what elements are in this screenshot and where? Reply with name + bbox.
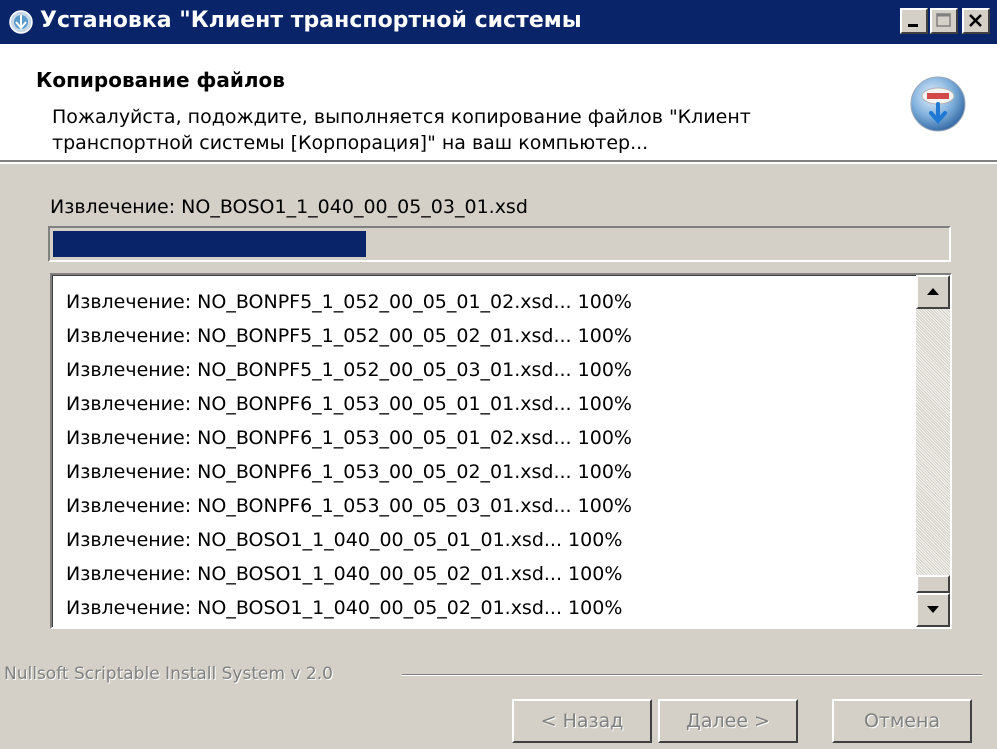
back-button[interactable]: < Назад (512, 699, 652, 743)
maximize-icon (936, 13, 951, 27)
arrow-down-icon (927, 606, 939, 613)
close-icon (969, 14, 982, 27)
page-description: Пожалуйста, подождите, выполняется копир… (52, 106, 751, 154)
scroll-down-button[interactable] (916, 593, 950, 627)
list-item: Извлечение: NO_BONPF5_1_052_00_05_02_01.… (66, 325, 632, 347)
next-button[interactable]: Далее > (658, 699, 798, 743)
list-item: Извлечение: NO_BONPF6_1_053_00_05_01_01.… (66, 393, 632, 415)
footer-divider (402, 674, 982, 676)
header-panel: Копирование файлов Пожалуйста, подождите… (0, 44, 997, 164)
installer-app-icon (8, 9, 34, 35)
branding-text: Nullsoft Scriptable Install System v 2.0 (4, 664, 333, 684)
list-item: Извлечение: NO_BOSO1_1_040_00_05_01_01.x… (66, 529, 623, 551)
window-title: Установка "Клиент транспортной системы (40, 8, 582, 33)
progress-bar (48, 226, 951, 262)
installer-disc-icon (908, 74, 968, 134)
page-title: Копирование файлов (36, 68, 285, 92)
vertical-scrollbar[interactable] (916, 275, 950, 627)
list-item: Извлечение: NO_BOSO1_1_040_00_05_02_01.x… (66, 563, 623, 585)
details-log[interactable]: Извлечение: NO_BONPF5_1_052_00_05_01_02.… (50, 273, 952, 629)
arrow-up-icon (927, 288, 939, 295)
minimize-button[interactable] (900, 8, 928, 34)
maximize-button[interactable] (930, 8, 958, 34)
list-item: Извлечение: NO_BONPF5_1_052_00_05_01_02.… (66, 291, 632, 313)
progress-fill (53, 231, 366, 257)
minimize-icon (908, 24, 918, 27)
installer-window: Установка "Клиент транспортной системы К… (0, 0, 997, 749)
list-item: Извлечение: NO_BONPF6_1_053_00_05_01_02.… (66, 427, 632, 449)
status-text: Извлечение: NO_BOSO1_1_040_00_05_03_01.x… (50, 196, 528, 218)
log-list: Извлечение: NO_BONPF5_1_052_00_05_01_02.… (66, 285, 906, 625)
title-bar[interactable]: Установка "Клиент транспортной системы (0, 0, 997, 44)
list-item: Извлечение: NO_BONPF6_1_053_00_05_03_01.… (66, 495, 632, 517)
cancel-button[interactable]: Отмена (832, 699, 972, 743)
scroll-thumb[interactable] (916, 575, 950, 593)
close-button[interactable] (962, 8, 990, 34)
list-item: Извлечение: NO_BONPF5_1_052_00_05_03_01.… (66, 359, 632, 381)
scroll-up-button[interactable] (916, 275, 950, 309)
list-item: Извлечение: NO_BOSO1_1_040_00_05_02_01.x… (66, 597, 623, 619)
list-item: Извлечение: NO_BONPF6_1_053_00_05_02_01.… (66, 461, 632, 483)
